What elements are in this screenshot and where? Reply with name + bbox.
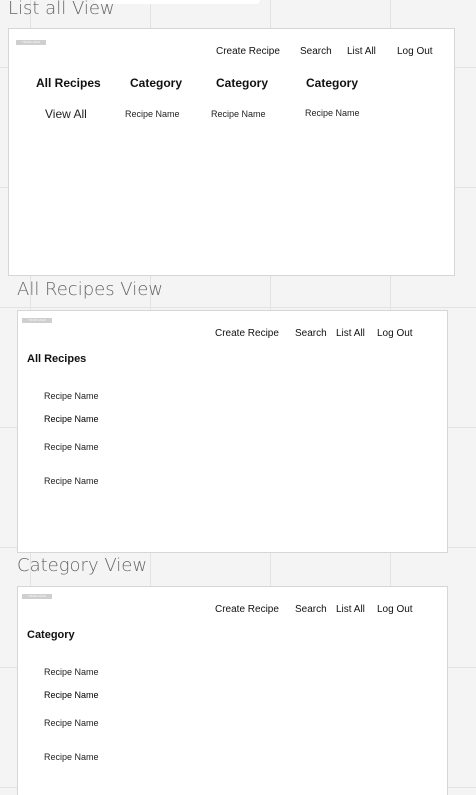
- recipe-name-link[interactable]: Recipe Name: [44, 414, 99, 424]
- wireframe-all-recipes-view: YOUR LOGO Create Recipe Search List All …: [17, 310, 448, 553]
- nav-search[interactable]: Search: [300, 46, 332, 57]
- recipe-name-link[interactable]: Recipe Name: [44, 442, 99, 452]
- logo-placeholder: YOUR LOGO: [16, 40, 46, 45]
- section-title-all-recipes-view: All Recipes View: [17, 279, 164, 300]
- nav-list-all[interactable]: List All: [336, 604, 365, 615]
- nav-search[interactable]: Search: [295, 328, 327, 339]
- view-all-link[interactable]: View All: [45, 107, 87, 121]
- nav-create-recipe[interactable]: Create Recipe: [216, 46, 280, 57]
- nav-list-all[interactable]: List All: [336, 328, 365, 339]
- recipe-name-link[interactable]: Recipe Name: [44, 752, 99, 762]
- column-heading-all-recipes: All Recipes: [36, 76, 101, 90]
- nav-create-recipe[interactable]: Create Recipe: [215, 604, 279, 615]
- column-heading-category-1: Category: [130, 76, 183, 90]
- top-tab-strip: [95, 0, 260, 4]
- page-heading: All Recipes: [27, 353, 87, 365]
- nav-list-all[interactable]: List All: [347, 46, 376, 57]
- recipe-name-link[interactable]: Recipe Name: [125, 109, 180, 119]
- recipe-name-link[interactable]: Recipe Name: [305, 108, 360, 118]
- recipe-name-link[interactable]: Recipe Name: [44, 476, 99, 486]
- recipe-name-link[interactable]: Recipe Name: [44, 667, 99, 677]
- nav-log-out[interactable]: Log Out: [377, 604, 413, 615]
- logo-placeholder: YOUR LOGO: [22, 318, 52, 323]
- recipe-name-link[interactable]: Recipe Name: [44, 391, 99, 401]
- section-title-category-view: Category View: [17, 555, 148, 576]
- recipe-name-link[interactable]: Recipe Name: [211, 109, 266, 119]
- nav-create-recipe[interactable]: Create Recipe: [215, 328, 279, 339]
- column-heading-category-3: Category: [306, 76, 359, 90]
- recipe-name-link[interactable]: Recipe Name: [44, 718, 99, 728]
- wireframe-list-all-view: YOUR LOGO Create Recipe Search List All …: [8, 28, 455, 276]
- section-title-list-all-view: List all View: [8, 0, 115, 19]
- logo-placeholder: YOUR LOGO: [22, 594, 52, 599]
- page-heading: Category: [27, 629, 75, 641]
- recipe-name-link[interactable]: Recipe Name: [44, 690, 99, 700]
- nav-search[interactable]: Search: [295, 604, 327, 615]
- wireframe-category-view: YOUR LOGO Create Recipe Search List All …: [17, 586, 448, 795]
- nav-log-out[interactable]: Log Out: [397, 46, 433, 57]
- nav-log-out[interactable]: Log Out: [377, 328, 413, 339]
- column-heading-category-2: Category: [216, 76, 269, 90]
